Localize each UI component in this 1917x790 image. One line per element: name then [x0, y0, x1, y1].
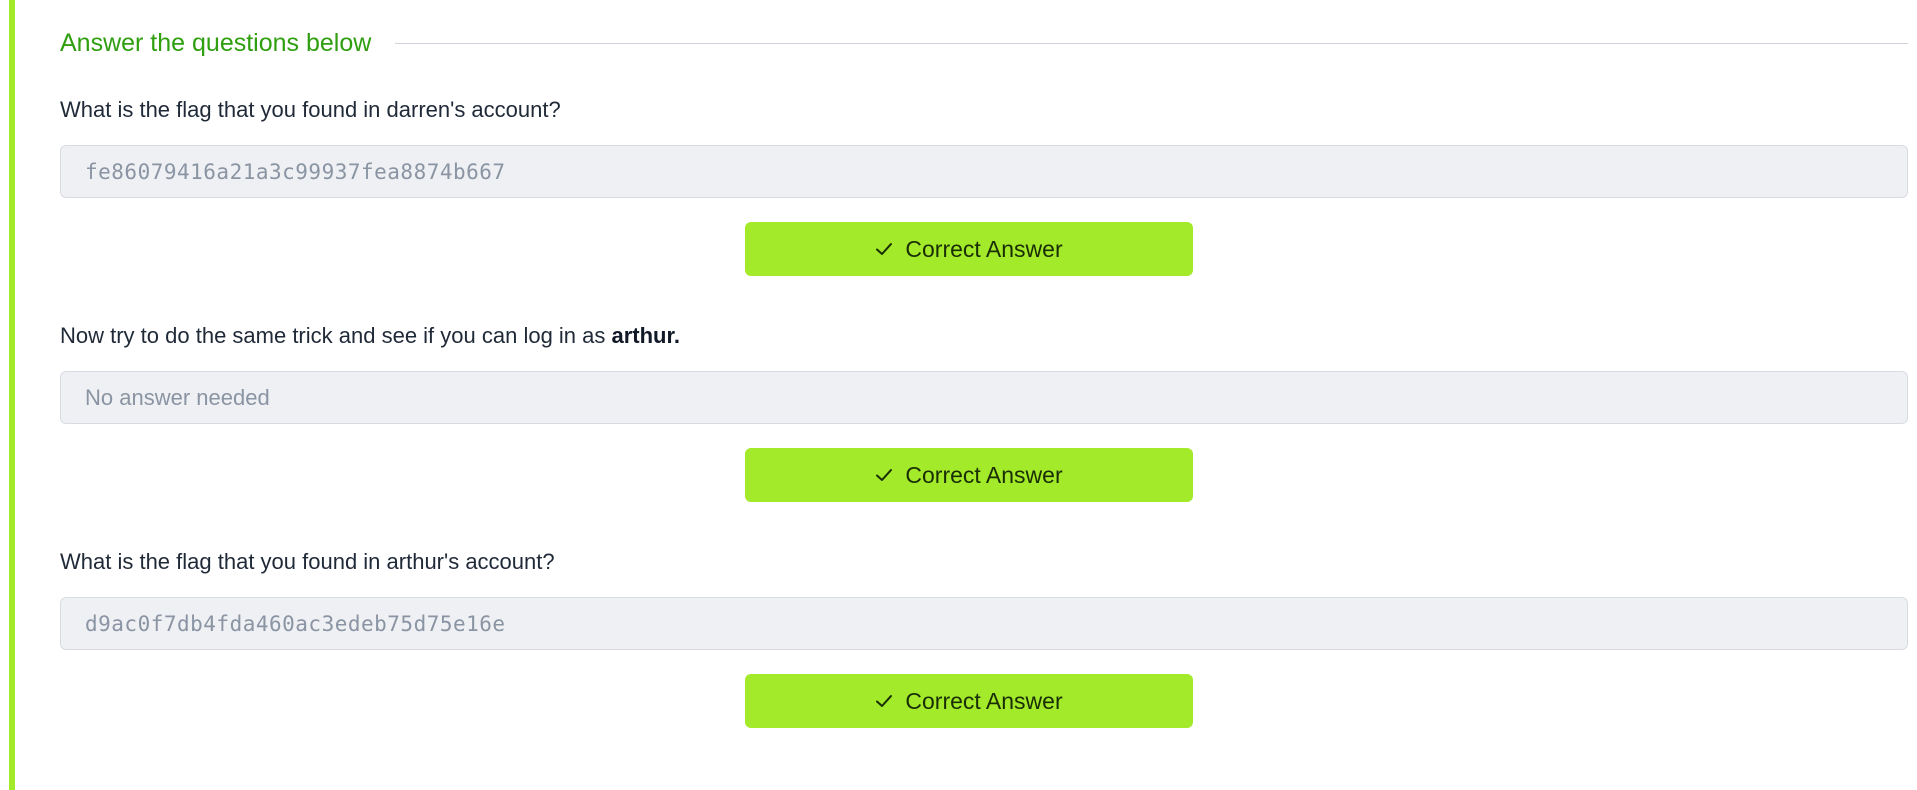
accent-bar	[9, 0, 15, 790]
check-icon	[876, 695, 893, 707]
check-icon	[876, 243, 893, 255]
correct-answer-label-2: Correct Answer	[905, 461, 1063, 488]
button-row-1: Correct Answer	[60, 222, 1908, 276]
question-text-1: What is the flag that you found in darre…	[60, 97, 561, 122]
question-text-3: What is the flag that you found in arthu…	[60, 549, 555, 574]
question-text-2-prefix: Now try to do the same trick and see if …	[60, 323, 612, 348]
correct-answer-button-2[interactable]: Correct Answer	[745, 448, 1193, 502]
check-icon	[876, 469, 893, 481]
correct-answer-label-3: Correct Answer	[905, 687, 1063, 714]
button-row-3: Correct Answer	[60, 674, 1908, 728]
questions-panel: Answer the questions below What is the f…	[0, 0, 1917, 790]
answer-field-2[interactable]: No answer needed	[60, 371, 1908, 424]
section-divider	[395, 42, 1908, 44]
correct-answer-button-1[interactable]: Correct Answer	[745, 222, 1193, 276]
correct-answer-label-1: Correct Answer	[905, 235, 1063, 262]
question-block-3: What is the flag that you found in arthu…	[60, 547, 1908, 728]
question-text-2: Now try to do the same trick and see if …	[60, 321, 1908, 351]
section-header: Answer the questions below	[60, 0, 1908, 86]
answer-field-3[interactable]: d9ac0f7db4fda460ac3edeb75d75e16e	[60, 597, 1908, 650]
question-block-2: Now try to do the same trick and see if …	[60, 321, 1908, 502]
answer-field-1[interactable]: fe86079416a21a3c99937fea8874b667	[60, 145, 1908, 198]
correct-answer-button-3[interactable]: Correct Answer	[745, 674, 1193, 728]
question-block-1: What is the flag that you found in darre…	[60, 95, 1908, 276]
questions-content: Answer the questions below What is the f…	[60, 0, 1908, 728]
section-title: Answer the questions below	[60, 28, 372, 57]
question-text-2-bold: arthur.	[611, 323, 680, 348]
button-row-2: Correct Answer	[60, 448, 1908, 502]
